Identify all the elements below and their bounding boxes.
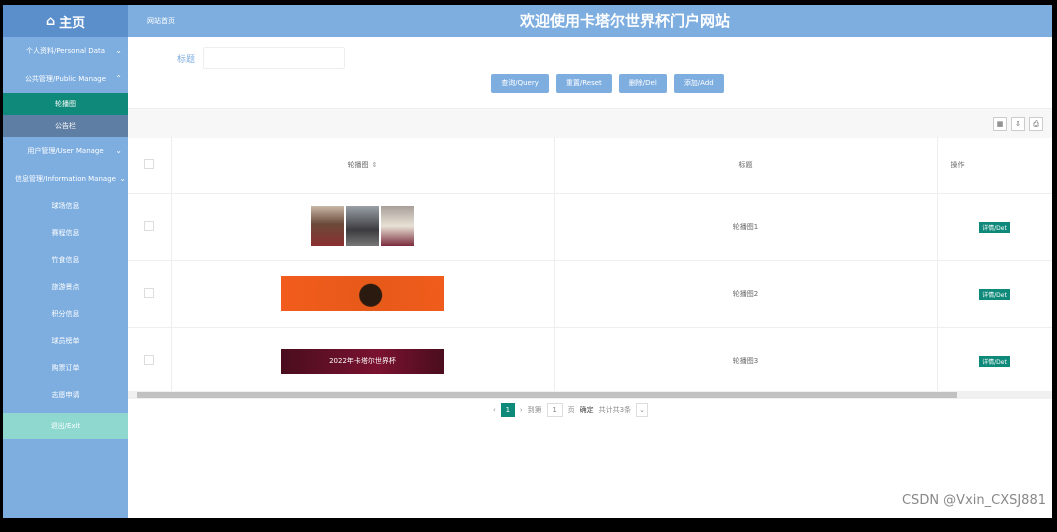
banner-text: 2022年卡塔尔世界杯: [329, 357, 396, 365]
row-title: 轮播图3: [554, 327, 938, 395]
sidebar-item-food[interactable]: 竹食信息: [3, 247, 128, 274]
reset-button[interactable]: 重置/Reset: [555, 74, 612, 93]
page-number[interactable]: 1: [500, 403, 515, 417]
row-title: 轮播图1: [554, 193, 938, 261]
sidebar-item-points[interactable]: 积分信息: [3, 301, 128, 328]
title-search-input[interactable]: [203, 47, 346, 69]
query-button[interactable]: 查询/Query: [491, 74, 549, 93]
column-label: 操作: [950, 161, 965, 169]
home-icon: ⌂: [45, 13, 56, 29]
carousel-image[interactable]: [281, 275, 444, 311]
sidebar-item-label: 公共管理/Public Manage: [24, 75, 107, 83]
chevron-down-icon: ⌄: [115, 146, 122, 155]
sidebar: ⌂ 主页 个人资料/Personal Data ⌄ 公共管理/Public Ma…: [3, 5, 128, 518]
sort-icon[interactable]: ⇕: [372, 161, 378, 169]
carousel-image[interactable]: [311, 206, 414, 246]
column-header-action: 操作: [937, 137, 1052, 194]
print-icon[interactable]: ⎙: [1029, 117, 1043, 131]
delete-button[interactable]: 删除/Del: [618, 74, 667, 93]
player-photo-1: [311, 206, 344, 246]
column-label: 轮播图: [347, 161, 369, 169]
export-icon[interactable]: ⇩: [1011, 117, 1025, 131]
column-header-image[interactable]: 轮播图 ⇕: [171, 137, 555, 194]
carousel-image[interactable]: 2022年卡塔尔世界杯: [281, 348, 444, 374]
confirm-button[interactable]: 确定: [580, 405, 594, 415]
chevron-down-icon: ⌄: [119, 174, 126, 183]
table-row: 轮播图2 详情/Det: [128, 260, 1052, 328]
sidebar-item-stadium[interactable]: 球场信息: [3, 193, 128, 220]
home-label: 主页: [59, 15, 86, 31]
pagination: ‹ 1 › 到第 1 页 确定 共计共3条 ⌄: [493, 403, 648, 417]
detail-button[interactable]: 详情/Det: [979, 221, 1010, 233]
columns-icon[interactable]: ▦: [993, 117, 1007, 131]
watermark: CSDN @Vxin_CXSJ881: [901, 493, 1046, 508]
search-row: 标题: [177, 47, 346, 69]
scrollbar-thumb[interactable]: [137, 392, 957, 398]
table-row: 轮播图1 详情/Det: [128, 193, 1052, 261]
sidebar-item-label: 信息管理/Information Manage: [15, 175, 116, 183]
sidebar-item-carousel[interactable]: 轮播图: [3, 93, 128, 115]
player-photo-2: [346, 206, 379, 246]
goto-page-input[interactable]: 1: [546, 403, 563, 417]
main-content: 标题 查询/Query 重置/Reset 删除/Del 添加/Add ▦ ⇩ ⎙…: [128, 37, 1052, 518]
page-unit: 页: [567, 406, 575, 414]
page-size-select[interactable]: ⌄: [636, 403, 648, 417]
home-link[interactable]: ⌂ 主页: [3, 5, 128, 37]
player-photo-3: [381, 206, 414, 246]
detail-button[interactable]: 详情/Det: [979, 355, 1010, 367]
horizontal-scrollbar[interactable]: [128, 391, 1052, 399]
row-title: 轮播图2: [554, 260, 938, 328]
sidebar-item-info[interactable]: 信息管理/Information Manage ⌄: [3, 165, 128, 193]
table-toolbar: ▦ ⇩ ⎙: [128, 108, 1052, 138]
table-row: 2022年卡塔尔世界杯 轮播图3 详情/Det: [128, 327, 1052, 395]
sidebar-item-label: 用户管理/User Manage: [27, 147, 104, 155]
sidebar-item-schedule[interactable]: 赛程信息: [3, 220, 128, 247]
select-all-checkbox[interactable]: [144, 159, 155, 169]
goto-label: 到第: [527, 406, 542, 414]
detail-button[interactable]: 详情/Det: [979, 288, 1010, 300]
action-buttons: 查询/Query 重置/Reset 删除/Del 添加/Add: [128, 74, 1052, 93]
row-checkbox[interactable]: [144, 355, 155, 365]
sidebar-item-label: 个人资料/Personal Data: [25, 47, 106, 55]
next-page-icon[interactable]: ›: [520, 406, 523, 414]
sidebar-item-travel[interactable]: 旅游景点: [3, 274, 128, 301]
sidebar-item-public[interactable]: 公共管理/Public Manage ⌃: [3, 65, 128, 93]
data-table: 轮播图 ⇕ 标题 操作 轮播图1 详情/Det 轮播图2 详情/Det 2022…: [128, 137, 1052, 395]
page-title: 欢迎使用卡塔尔世界杯门户网站: [519, 12, 730, 30]
sidebar-item-orders[interactable]: 购票订单: [3, 355, 128, 382]
column-header-title: 标题: [554, 137, 938, 194]
row-checkbox[interactable]: [144, 288, 155, 298]
row-checkbox[interactable]: [144, 221, 155, 231]
sidebar-item-volunteer[interactable]: 志愿申请: [3, 382, 128, 409]
table-header-row: 轮播图 ⇕ 标题 操作: [128, 137, 1052, 194]
sidebar-item-personal[interactable]: 个人资料/Personal Data ⌄: [3, 37, 128, 65]
total-count: 共计共3条: [598, 406, 632, 414]
logout-button[interactable]: 退出/Exit: [3, 413, 128, 439]
sidebar-item-user[interactable]: 用户管理/User Manage ⌄: [3, 137, 128, 165]
add-button[interactable]: 添加/Add: [673, 74, 724, 93]
chevron-down-icon: ⌄: [115, 46, 122, 55]
sidebar-item-notice[interactable]: 公告栏: [3, 115, 128, 137]
app-window: ⌂ 主页 个人资料/Personal Data ⌄ 公共管理/Public Ma…: [3, 5, 1052, 518]
chevron-up-icon: ⌃: [115, 74, 122, 83]
search-label: 标题: [177, 54, 196, 65]
top-header: 网站首页 欢迎使用卡塔尔世界杯门户网站: [128, 5, 1052, 37]
sidebar-item-players[interactable]: 球员榜单: [3, 328, 128, 355]
prev-page-icon[interactable]: ‹: [493, 406, 496, 414]
